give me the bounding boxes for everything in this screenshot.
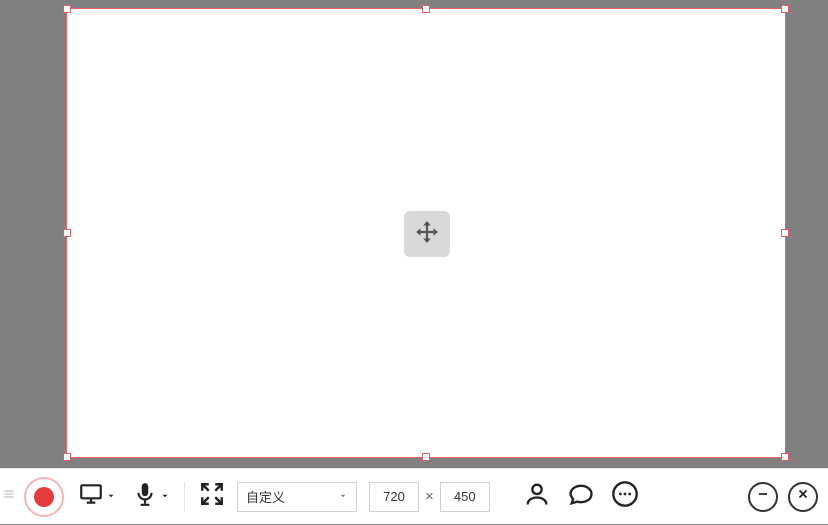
capture-mode-dropdown[interactable]: 自定义	[237, 482, 357, 512]
resize-handle-s[interactable]	[422, 453, 430, 461]
minus-icon	[756, 487, 770, 506]
resize-handle-e[interactable]	[781, 229, 789, 237]
chevron-down-icon	[158, 488, 170, 506]
move-icon	[414, 219, 440, 250]
record-button[interactable]	[24, 477, 64, 517]
more-button[interactable]	[610, 482, 640, 512]
menu-icon	[2, 487, 16, 506]
resize-handle-w[interactable]	[63, 229, 71, 237]
minimize-button[interactable]	[748, 482, 778, 512]
webcam-button[interactable]	[522, 482, 552, 512]
chevron-down-icon	[104, 488, 116, 506]
resize-handle-ne[interactable]	[781, 5, 789, 13]
resize-handle-nw[interactable]	[63, 5, 71, 13]
chevron-down-icon	[338, 489, 348, 504]
capture-mode-label: 自定义	[246, 487, 285, 506]
audio-source-button[interactable]	[132, 477, 170, 517]
fullscreen-button[interactable]	[199, 481, 225, 512]
monitor-icon	[78, 481, 104, 512]
close-icon	[796, 487, 810, 506]
resize-handle-se[interactable]	[781, 453, 789, 461]
more-icon	[611, 480, 639, 513]
toolbar-divider	[184, 482, 185, 512]
toolbar: 自定义 ×	[0, 468, 828, 524]
width-input[interactable]	[369, 482, 419, 512]
move-handle[interactable]	[404, 211, 450, 257]
annotation-button[interactable]	[566, 482, 596, 512]
microphone-icon	[132, 481, 158, 512]
video-source-button[interactable]	[78, 477, 116, 517]
resize-handle-sw[interactable]	[63, 453, 71, 461]
menu-button[interactable]	[0, 469, 18, 525]
close-button[interactable]	[788, 482, 818, 512]
person-icon	[523, 480, 551, 513]
resize-handle-n[interactable]	[422, 5, 430, 13]
speech-bubble-icon	[567, 480, 595, 513]
times-label: ×	[425, 488, 434, 505]
height-input[interactable]	[440, 482, 490, 512]
capture-area[interactable]	[66, 8, 786, 458]
record-icon	[34, 487, 54, 507]
fullscreen-icon	[199, 481, 225, 512]
